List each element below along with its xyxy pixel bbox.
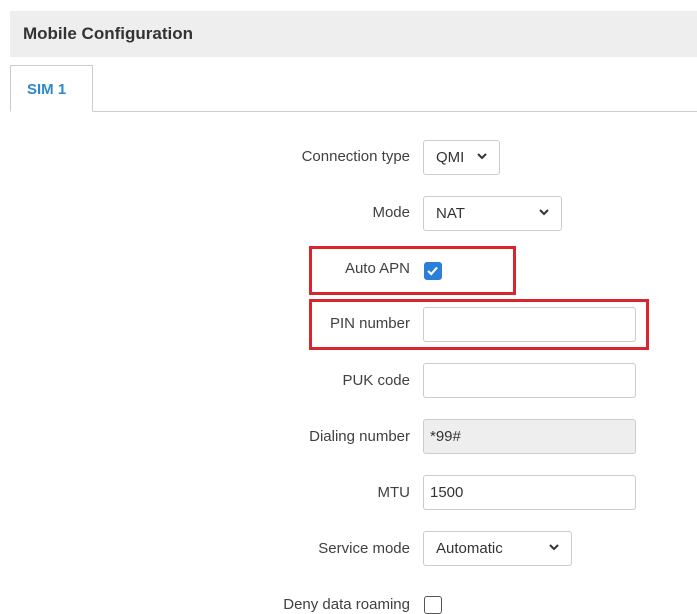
mode-label: Mode bbox=[372, 204, 410, 221]
dialing-number-value: *99# bbox=[430, 428, 461, 445]
pin-number-label: PIN number bbox=[329, 315, 410, 332]
connection-type-select[interactable]: QMI bbox=[423, 140, 500, 175]
puk-code-input[interactable] bbox=[423, 363, 636, 398]
chevron-down-icon bbox=[539, 209, 549, 216]
puk-code-label: PUK code bbox=[342, 372, 410, 389]
auto-apn-label: Auto APN bbox=[344, 260, 410, 277]
tab-bar-divider bbox=[10, 111, 697, 112]
checkmark-icon bbox=[427, 266, 438, 276]
chevron-down-icon bbox=[549, 544, 559, 551]
deny-data-roaming-checkbox[interactable] bbox=[424, 596, 442, 614]
mtu-value: 1500 bbox=[430, 484, 464, 501]
connection-type-label: Connection type bbox=[301, 148, 410, 165]
dialing-number-input: *99# bbox=[423, 419, 636, 454]
mtu-label: MTU bbox=[377, 484, 411, 501]
deny-data-roaming-label: Deny data roaming bbox=[283, 596, 410, 613]
dialing-number-label: Dialing number bbox=[309, 428, 410, 445]
mode-select[interactable]: NAT bbox=[423, 196, 562, 231]
chevron-down-icon bbox=[477, 153, 487, 160]
connection-type-value: QMI bbox=[436, 149, 465, 166]
service-mode-value: Automatic bbox=[436, 540, 503, 557]
mode-value: NAT bbox=[436, 205, 465, 222]
mtu-input[interactable]: 1500 bbox=[423, 475, 636, 510]
tab-sim-1-label: SIM 1 bbox=[27, 81, 67, 98]
section-title: Mobile Configuration bbox=[23, 24, 193, 43]
service-mode-label: Service mode bbox=[318, 540, 410, 557]
service-mode-select[interactable]: Automatic bbox=[423, 531, 572, 566]
pin-number-input[interactable] bbox=[423, 307, 636, 342]
highlight-auto-apn bbox=[309, 246, 516, 295]
auto-apn-checkbox[interactable] bbox=[424, 262, 442, 280]
tab-sim-1[interactable]: SIM 1 bbox=[10, 65, 93, 112]
section-header: Mobile Configuration bbox=[10, 11, 697, 57]
